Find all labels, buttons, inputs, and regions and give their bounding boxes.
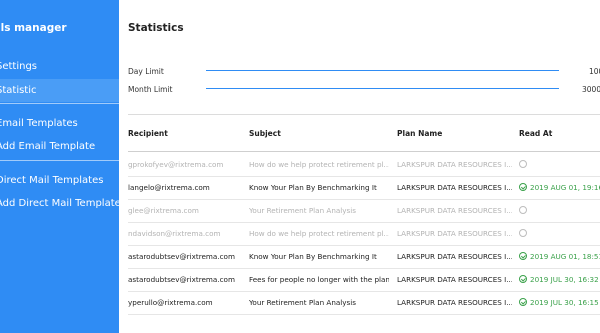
recipient-cell: astarodubtsev@rixtrema.com: [128, 275, 235, 284]
read-at-cell: [519, 199, 600, 222]
read-at-cell: 2019 JUL 30, 16:32: [519, 268, 600, 291]
subject-cell: Know Your Plan By Benchmarking It: [249, 183, 377, 192]
check-circle-icon: [519, 252, 527, 260]
read-at-text: 2019 AUG 01, 19:16: [530, 183, 600, 192]
plan-name-cell: LARKSPUR DATA RESOURCES I...: [397, 229, 512, 238]
read-at-text: 2019 JUL 30, 16:15: [530, 298, 599, 307]
sidebar-item-settings[interactable]: Settings: [0, 55, 119, 78]
empty-circle-icon: [519, 229, 527, 237]
month-limit-label: Month Limit: [128, 85, 173, 94]
sidebar-item-label: Add Direct Mail Template: [0, 198, 119, 209]
read-at-text: 2019 JUL 30, 16:32: [530, 275, 599, 284]
empty-circle-icon: [519, 160, 527, 168]
sidebar-item-label: Direct Mail Templates: [0, 175, 104, 186]
table-row[interactable]: langelo@rixtrema.com Know Your Plan By Be…: [128, 176, 600, 200]
read-at-cell: 2019 AUG 01, 19:16: [519, 176, 600, 199]
plan-name-cell: LARKSPUR DATA RESOURCES I...: [397, 183, 512, 192]
day-limit-bar: [206, 70, 559, 71]
subject-cell: Know Your Plan By Benchmarking It: [249, 252, 377, 261]
sidebar-divider: [0, 160, 119, 161]
read-at-cell: [519, 153, 600, 176]
read-at-text: 2019 AUG 01, 18:51: [530, 252, 600, 261]
recipient-cell: astarodubtsev@rixtrema.com: [128, 252, 235, 261]
check-circle-icon: [519, 298, 527, 306]
column-header-read-at[interactable]: Read At: [519, 129, 552, 138]
plan-name-cell: LARKSPUR DATA RESOURCES I...: [397, 298, 512, 307]
subject-cell: How do we help protect retirement pl...: [249, 160, 389, 169]
main-content: Statistics Day Limit 100 Month Limit 300…: [119, 0, 600, 333]
check-circle-icon: [519, 275, 527, 283]
plan-name-cell: LARKSPUR DATA RESOURCES I...: [397, 160, 512, 169]
sidebar-item-email-templates[interactable]: Email Templates: [0, 112, 119, 135]
column-header-recipient[interactable]: Recipient: [128, 129, 168, 138]
recipient-cell: langelo@rixtrema.com: [128, 183, 210, 192]
subject-cell: Fees for people no longer with the plan: [249, 275, 389, 284]
sidebar-item-label: Statistic: [0, 85, 37, 96]
subject-cell: Your Retirement Plan Analysis: [249, 298, 357, 307]
plan-name-cell: LARKSPUR DATA RESOURCES I...: [397, 275, 512, 284]
recipient-cell: gprokofyev@rixtrema.com: [128, 160, 224, 169]
plan-name-cell: LARKSPUR DATA RESOURCES I...: [397, 206, 512, 215]
table-row[interactable]: yperullo@rixtrema.com Your Retirement Pla…: [128, 291, 600, 315]
sidebar: ils manager Settings Statistic Email Tem…: [0, 0, 119, 333]
sidebar-item-statistic[interactable]: Statistic: [0, 79, 119, 102]
subject-cell: How do we help protect retirement pl...: [249, 229, 389, 238]
subject-cell: Your Retirement Plan Analysis: [249, 206, 357, 215]
month-limit-bar: [206, 88, 559, 89]
sidebar-item-label: Settings: [0, 61, 38, 72]
plan-name-cell: LARKSPUR DATA RESOURCES I...: [397, 252, 512, 261]
day-limit-label: Day Limit: [128, 67, 164, 76]
table-row[interactable]: glee@rixtrema.com Your Retirement Plan An…: [128, 199, 600, 223]
sidebar-item-direct-mail-templates[interactable]: Direct Mail Templates: [0, 169, 119, 192]
recipient-cell: glee@rixtrema.com: [128, 206, 199, 215]
table-row[interactable]: ndavidson@rixtrema.com How do we help pro…: [128, 222, 600, 246]
recipient-cell: ndavidson@rixtrema.com: [128, 229, 221, 238]
table-header-divider: [128, 151, 600, 152]
section-divider: [128, 114, 600, 115]
column-header-plan-name[interactable]: Plan Name: [397, 129, 442, 138]
sidebar-item-label: Add Email Template: [0, 141, 96, 152]
sidebar-item-label: Email Templates: [0, 118, 78, 129]
sidebar-divider: [0, 103, 119, 104]
recipient-cell: yperullo@rixtrema.com: [128, 298, 213, 307]
read-at-cell: 2019 JUL 30, 16:15: [519, 291, 600, 314]
month-limit-value: 3000/: [582, 85, 600, 94]
table-row[interactable]: astarodubtsev@rixtrema.com Fees for peopl…: [128, 268, 600, 292]
check-circle-icon: [519, 183, 527, 191]
page-title: Statistics: [128, 22, 184, 34]
app-title: ils manager: [0, 22, 67, 34]
column-header-subject[interactable]: Subject: [249, 129, 281, 138]
day-limit-value: 100: [589, 67, 600, 76]
empty-circle-icon: [519, 206, 527, 214]
sidebar-item-add-email-template[interactable]: Add Email Template: [0, 135, 119, 158]
table-row[interactable]: astarodubtsev@rixtrema.com Know Your Plan…: [128, 245, 600, 269]
read-at-cell: [519, 222, 600, 245]
sidebar-item-add-direct-mail-template[interactable]: Add Direct Mail Template: [0, 192, 119, 215]
read-at-cell: 2019 AUG 01, 18:51: [519, 245, 600, 268]
table-row[interactable]: gprokofyev@rixtrema.com How do we help pr…: [128, 153, 600, 177]
